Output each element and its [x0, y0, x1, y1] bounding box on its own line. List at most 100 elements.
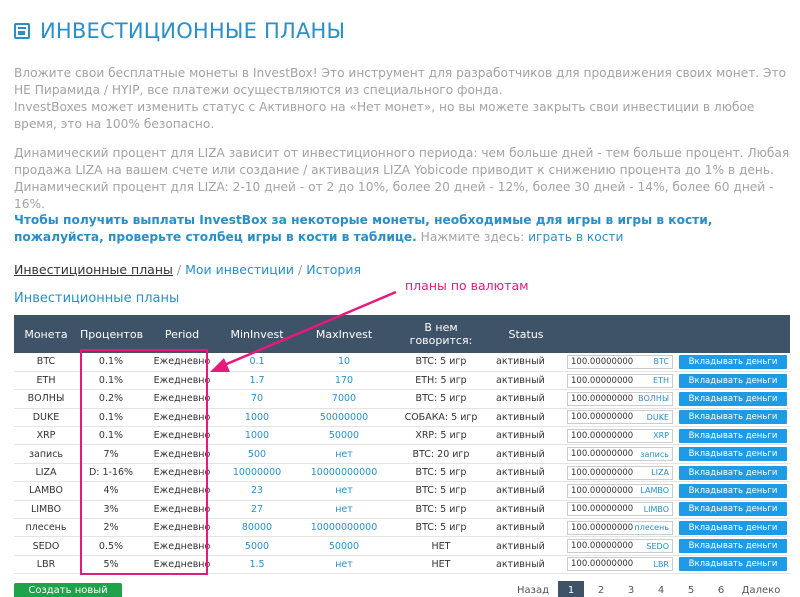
- breadcrumb: Инвестиционные планы / Мои инвестиции / Исто…: [14, 262, 361, 277]
- cell-says: XRP: 5 игр: [415, 430, 467, 442]
- cell-max-invest: нет: [335, 448, 353, 460]
- cell-action: Вкладывать деньги: [676, 519, 790, 537]
- amount-input[interactable]: 100.00000000 плесень: [567, 520, 673, 535]
- cell-amount: 100.00000000 LIZA: [564, 463, 676, 481]
- dynamic-percent-text: Динамический процент для LIZA зависит от…: [14, 145, 790, 213]
- cell-status: активный: [496, 430, 545, 442]
- table-row: LIZA D: 1-16% Ежедневно 10000000 10000000000…: [14, 463, 790, 482]
- invest-button[interactable]: Вкладывать деньги: [679, 391, 787, 406]
- amount-value: 100.00000000: [571, 467, 634, 478]
- pagination-next[interactable]: Далеко: [736, 581, 786, 597]
- amount-input[interactable]: 100.00000000 LIZA: [567, 465, 673, 480]
- amount-input[interactable]: 100.00000000 ВОЛНЫ: [567, 391, 673, 406]
- cell-action: Вкладывать деньги: [676, 390, 790, 408]
- cell-max-invest: 10000000000: [310, 522, 378, 534]
- amount-value: 100.00000000: [571, 412, 634, 423]
- table-row: LAMBO 4% Ежедневно 23 нет BTC: 5 игр активный 1…: [14, 482, 790, 501]
- header-status: Status: [508, 327, 544, 341]
- breadcrumb-history[interactable]: История: [306, 262, 361, 277]
- cell-max-invest: 10000000000: [310, 467, 378, 479]
- invest-button[interactable]: Вкладывать деньги: [679, 373, 787, 388]
- cell-max-invest: нет: [335, 558, 353, 570]
- cell-coin: XRP: [36, 430, 56, 442]
- cell-min-invest: 1000: [244, 411, 270, 423]
- invest-button[interactable]: Вкладывать деньги: [679, 447, 787, 462]
- header-says: В нем говорится:: [409, 321, 473, 347]
- cell-coin: SEDO: [32, 540, 60, 552]
- cell-coin: LAMBO: [28, 485, 64, 497]
- pagination-page-4[interactable]: 4: [646, 581, 676, 597]
- amount-input[interactable]: 100.00000000 SEDO: [567, 539, 673, 554]
- cell-amount: 100.00000000 SEDO: [564, 537, 676, 555]
- invest-button[interactable]: Вкладывать деньги: [679, 520, 787, 535]
- invest-button[interactable]: Вкладывать деньги: [679, 539, 787, 554]
- plans-table-body: BTC 0.1% Ежедневно 0.1 10 BTC: 5 игр активный 1…: [14, 353, 790, 574]
- pagination-page-5[interactable]: 5: [676, 581, 706, 597]
- amount-input[interactable]: 100.00000000 LAMBO: [567, 483, 673, 498]
- create-plan-button[interactable]: Создать новый план: [14, 583, 122, 597]
- cell-max-invest: 50000: [328, 540, 360, 552]
- table-header-row: Монета Процентов Period MinInvest MaxInv…: [14, 315, 790, 353]
- cell-says: СОБАКА: 5 игр: [404, 411, 478, 423]
- invest-button[interactable]: Вкладывать деньги: [679, 465, 787, 480]
- cell-min-invest: 0.1: [249, 356, 265, 368]
- cell-status: активный: [496, 411, 545, 423]
- cell-action: Вкладывать деньги: [676, 537, 790, 555]
- cell-amount: 100.00000000 XRP: [564, 427, 676, 445]
- pagination-page-2[interactable]: 2: [586, 581, 616, 597]
- amount-input[interactable]: 100.00000000 DUKE: [567, 410, 673, 425]
- cell-amount: 100.00000000 плесень: [564, 519, 676, 537]
- cell-min-invest: 10000000: [232, 467, 282, 479]
- intro-text: Вложите свои бесплатные монеты в InvestB…: [14, 65, 790, 133]
- cell-max-invest: нет: [335, 503, 353, 515]
- invest-button[interactable]: Вкладывать деньги: [679, 354, 787, 369]
- amount-input[interactable]: 100.00000000 LBR: [567, 557, 673, 572]
- section-title: Инвестиционные планы: [14, 291, 180, 306]
- pagination-page-6[interactable]: 6: [706, 581, 736, 597]
- cell-period: Ежедневно: [153, 430, 211, 442]
- cell-min-invest: 1.5: [249, 558, 265, 570]
- amount-value: 100.00000000: [571, 449, 634, 460]
- header-min-invest: MinInvest: [230, 327, 284, 341]
- amount-input[interactable]: 100.00000000 BTC: [567, 354, 673, 369]
- invest-button[interactable]: Вкладывать деньги: [679, 410, 787, 425]
- pagination-page-3[interactable]: 3: [616, 581, 646, 597]
- amount-input[interactable]: 100.00000000 LIMBO: [567, 502, 673, 517]
- page-title: ИНВЕСТИЦИОННЫЕ ПЛАНЫ: [40, 19, 346, 43]
- table-row: ВОЛНЫ 0.2% Ежедневно 70 7000 BTC: 5 игр активн…: [14, 390, 790, 409]
- cell-min-invest: 70: [250, 393, 264, 405]
- amount-input[interactable]: 100.00000000 запись: [567, 447, 673, 462]
- cell-coin: LIMBO: [30, 503, 62, 515]
- amount-currency: ETH: [653, 376, 669, 386]
- invest-button[interactable]: Вкладывать деньги: [679, 557, 787, 572]
- cell-percent: D: 1-16%: [88, 467, 134, 479]
- cell-coin: ETH: [36, 375, 56, 387]
- invest-button[interactable]: Вкладывать деньги: [679, 502, 787, 517]
- cell-says: BTC: 5 игр: [415, 503, 467, 515]
- cell-says: BTC: 20 игр: [412, 448, 470, 460]
- breadcrumb-my-investments[interactable]: Мои инвестиции: [185, 262, 294, 277]
- cell-says: BTC: 5 игр: [415, 485, 467, 497]
- cell-min-invest: 80000: [241, 522, 273, 534]
- breadcrumb-investment-plans[interactable]: Инвестиционные планы: [14, 262, 173, 277]
- pagination-prev[interactable]: Назад: [510, 581, 556, 597]
- amount-input[interactable]: 100.00000000 ETH: [567, 373, 673, 388]
- cell-says: BTC: 5 игр: [415, 467, 467, 479]
- cell-percent: 0.1%: [98, 411, 124, 423]
- cell-period: Ежедневно: [153, 522, 211, 534]
- cell-coin: BTC: [36, 356, 56, 368]
- cell-max-invest: 50000000: [319, 411, 369, 423]
- cell-says: ETH: 5 игр: [415, 375, 467, 387]
- cell-status: активный: [496, 375, 545, 387]
- cell-coin: LIZA: [35, 467, 57, 479]
- invest-button[interactable]: Вкладывать деньги: [679, 483, 787, 498]
- cell-amount: 100.00000000 LBR: [564, 555, 676, 573]
- amount-input[interactable]: 100.00000000 XRP: [567, 428, 673, 443]
- amount-currency: LIZA: [651, 468, 669, 478]
- cell-amount: 100.00000000 запись: [564, 445, 676, 463]
- cell-status: активный: [496, 448, 545, 460]
- pagination-page-1[interactable]: 1: [558, 581, 584, 597]
- cell-min-invest: 27: [250, 503, 264, 515]
- invest-button[interactable]: Вкладывать деньги: [679, 428, 787, 443]
- play-dice-link[interactable]: играть в кости: [528, 230, 623, 244]
